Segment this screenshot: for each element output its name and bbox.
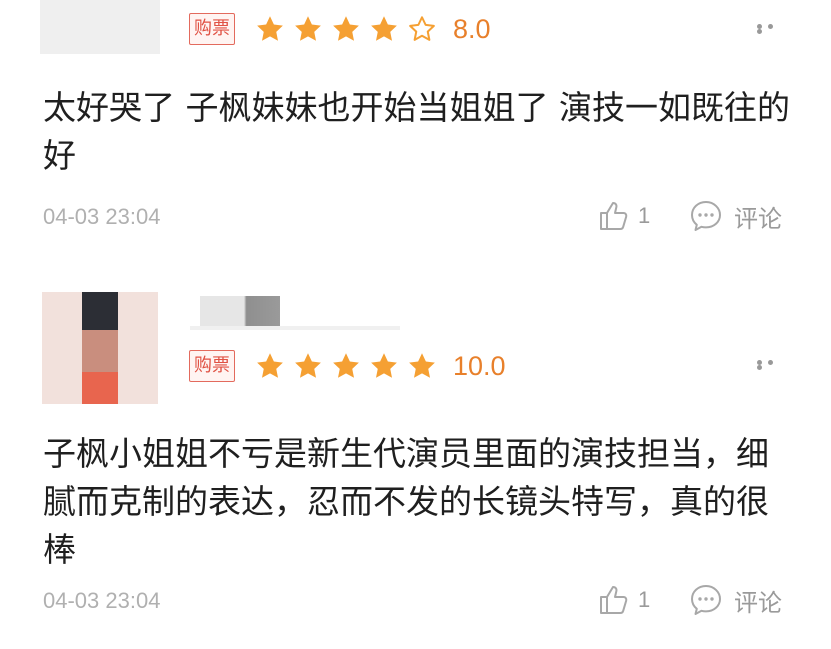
star-rating: [255, 14, 445, 44]
star-icon: [293, 14, 323, 44]
divider: [190, 326, 400, 330]
review-header: 购票 10.0: [189, 350, 506, 382]
comment-button[interactable]: 评论: [688, 582, 782, 618]
comment-label: 评论: [734, 588, 782, 617]
like-count: 1: [638, 587, 651, 612]
thumbs-up-icon: [600, 586, 628, 614]
more-dots-icon[interactable]: [757, 24, 787, 34]
comment-label: 评论: [734, 204, 782, 233]
review-actions: 1 评论: [596, 582, 782, 618]
ticket-badge: 购票: [189, 13, 235, 45]
thumbs-up-icon: [600, 202, 628, 230]
star-icon: [407, 351, 437, 381]
star-icon: [331, 14, 361, 44]
review-content: 太好哭了 子枫妹妹也开始当姐姐了 演技一如既往的好: [43, 88, 790, 175]
star-icon: [255, 351, 285, 381]
star-icon: [255, 14, 285, 44]
star-icon: [369, 351, 399, 381]
like-button[interactable]: 1: [596, 198, 670, 234]
comment-bubble-icon: [691, 201, 721, 231]
review-content: 子枫小姐姐不亏是新生代演员里面的演技担当，细腻而克制的表达，忍而不发的长镜头特写…: [43, 434, 769, 569]
username-blurred[interactable]: [200, 296, 280, 326]
like-button[interactable]: 1: [596, 582, 670, 618]
review-timestamp: 04-03 23:04: [43, 588, 161, 613]
avatar[interactable]: [40, 0, 160, 54]
avatar[interactable]: [42, 292, 158, 404]
comment-bubble-icon: [691, 585, 721, 615]
review-header: 购票 8.0: [189, 13, 491, 45]
review-item: 购票 10.0 子枫小姐姐不亏是新生代演员里面的演技担当，细腻而克制的表达，忍而…: [0, 262, 831, 649]
like-count: 1: [638, 203, 651, 228]
rating-score: 10.0: [453, 350, 506, 381]
comment-button[interactable]: 评论: [688, 198, 782, 234]
ticket-badge: 购票: [189, 350, 235, 382]
review-timestamp: 04-03 23:04: [43, 204, 161, 229]
review-actions: 1 评论: [596, 198, 782, 234]
more-dots-icon[interactable]: [757, 360, 787, 370]
star-outline-icon: [407, 14, 437, 44]
star-icon: [293, 351, 323, 381]
review-item: 购票 8.0 太好哭了 子枫妹妹也开始当姐姐了 演技一如既往的好 04-03 2…: [0, 0, 831, 262]
rating-score: 8.0: [453, 13, 491, 44]
star-icon: [331, 351, 361, 381]
star-rating: [255, 351, 445, 381]
star-icon: [369, 14, 399, 44]
